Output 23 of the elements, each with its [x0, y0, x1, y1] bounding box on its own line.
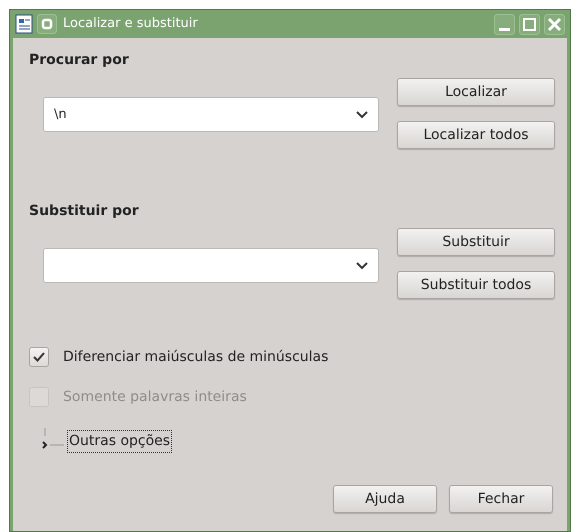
- maximize-icon[interactable]: [519, 14, 540, 34]
- close-button[interactable]: Fechar: [449, 485, 553, 513]
- window-menu-icon[interactable]: [37, 14, 57, 34]
- checkmark-icon: [33, 352, 45, 362]
- document-icon: [15, 14, 33, 34]
- find-all-button[interactable]: Localizar todos: [397, 121, 555, 149]
- replace-label: Substituir por: [29, 202, 139, 221]
- find-button[interactable]: Localizar: [397, 78, 555, 106]
- checkbox[interactable]: [29, 347, 49, 367]
- chevron-down-icon: [356, 262, 368, 270]
- replace-button[interactable]: Substituir: [397, 228, 555, 256]
- minimize-icon[interactable]: [494, 14, 515, 34]
- option-label: Diferenciar maiúsculas de minúsculas: [63, 348, 328, 366]
- close-icon[interactable]: [544, 14, 565, 34]
- chevron-down-icon: [356, 110, 368, 118]
- help-button[interactable]: Ajuda: [333, 485, 437, 513]
- replace-all-button[interactable]: Substituir todos: [397, 271, 555, 299]
- more-options-expander[interactable]: Outras opções: [67, 430, 172, 453]
- option-label: Somente palavras inteiras: [63, 388, 247, 406]
- search-label: Procurar por: [29, 51, 129, 70]
- window-title: Localizar e substituir: [63, 15, 198, 34]
- combo-field[interactable]: \n: [43, 97, 379, 132]
- combo-field[interactable]: [43, 248, 379, 283]
